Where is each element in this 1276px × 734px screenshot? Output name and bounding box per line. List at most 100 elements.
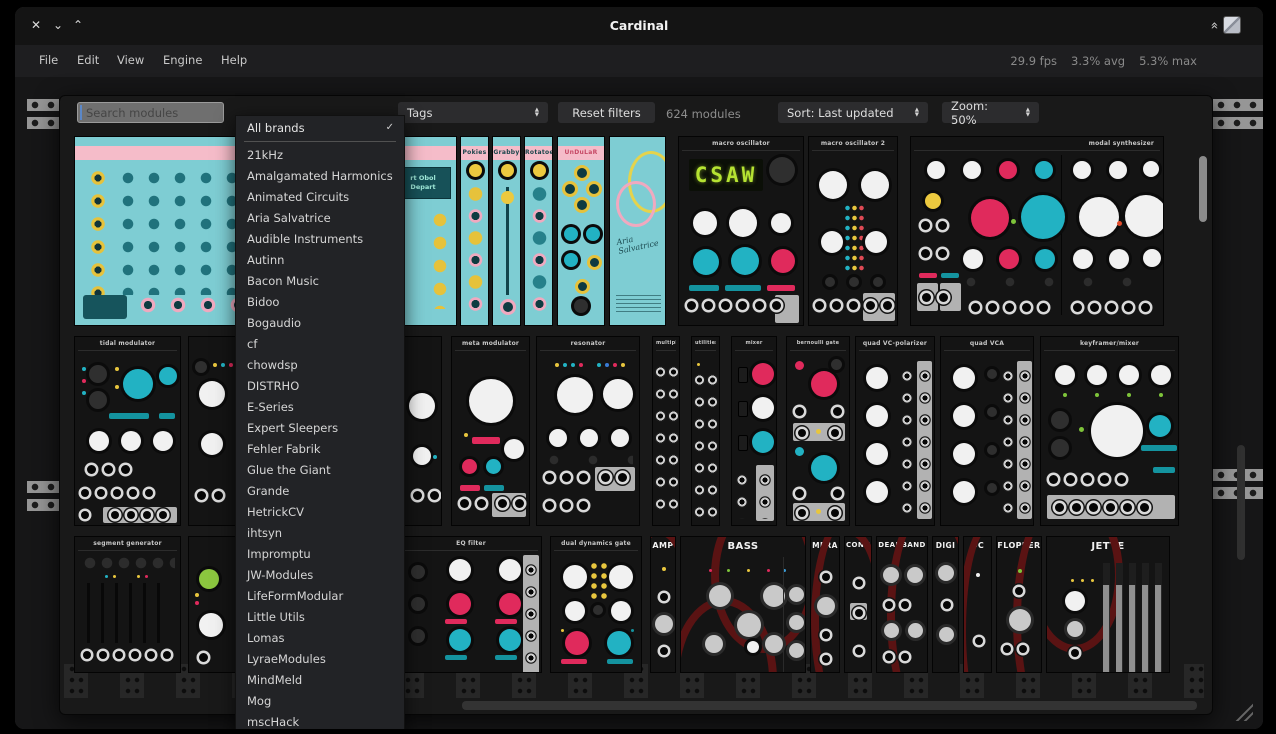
brand-menu-item[interactable]: LyraeModules — [236, 649, 404, 670]
search-input[interactable] — [77, 102, 224, 123]
knob — [159, 367, 177, 385]
module-card[interactable]: EQ filter — [400, 536, 542, 673]
brand-menu-item[interactable]: Bacon Music — [236, 271, 404, 292]
brand-menu-item[interactable]: Aria Salvatrice — [236, 208, 404, 229]
jack — [121, 465, 130, 474]
module-card[interactable]: bernoulli gate — [786, 336, 850, 526]
brand-menu-item[interactable]: Bidoo — [236, 292, 404, 313]
module-card[interactable]: Pokies — [460, 136, 489, 326]
brand-menu-item[interactable]: HetrickCV — [236, 502, 404, 523]
brand-menu-item[interactable]: E-Series — [236, 397, 404, 418]
knob — [1149, 415, 1171, 437]
browser-vertical-scrollbar[interactable] — [1199, 156, 1207, 222]
app-icon[interactable] — [1223, 16, 1241, 34]
module-card[interactable]: Rotatoes — [524, 136, 553, 326]
module-card[interactable]: tidal modulator — [74, 336, 181, 526]
module-card[interactable]: meta modulator — [451, 336, 530, 526]
jack — [1022, 303, 1031, 312]
module-card[interactable]: mixer — [731, 336, 777, 526]
brand-menu-item[interactable]: Amalgamated Harmonics — [236, 166, 404, 187]
module-card[interactable]: multiples — [652, 336, 680, 526]
led — [579, 363, 583, 367]
jack — [849, 301, 858, 310]
module-card[interactable]: modal synthesizer — [910, 136, 1164, 326]
brand-menu-item[interactable]: Audible Instruments — [236, 229, 404, 250]
brand-menu-item[interactable]: Lomas — [236, 628, 404, 649]
led — [613, 363, 617, 367]
jack — [1124, 303, 1133, 312]
rack-scrollbar[interactable] — [1237, 445, 1245, 560]
tags-select[interactable]: Tags — [398, 102, 548, 123]
knob — [411, 629, 425, 643]
jack-column — [758, 469, 772, 519]
jack — [99, 651, 107, 659]
module-card[interactable]: FLOPPER — [996, 536, 1042, 673]
module-card[interactable]: keyframer/mixer — [1040, 336, 1179, 526]
label-pill — [689, 285, 719, 291]
led — [1071, 579, 1074, 582]
brand-menu-item[interactable]: Mog — [236, 691, 404, 712]
module-card[interactable]: UnDuLaR — [557, 136, 605, 326]
module-card[interactable]: utilities — [691, 336, 720, 526]
menu-view[interactable]: View — [117, 53, 144, 67]
module-card[interactable]: macro oscillator 2 — [808, 136, 898, 326]
module-card[interactable]: dual dynamics gate — [550, 536, 642, 673]
brand-menu-item[interactable]: LifeFormModular — [236, 586, 404, 607]
brand-menu-item[interactable]: mscHack — [236, 712, 404, 730]
module-card[interactable]: CONV — [844, 536, 872, 673]
jack — [1073, 303, 1082, 312]
rack-rail — [27, 99, 59, 129]
label-pill — [941, 273, 959, 278]
module-card[interactable] — [188, 336, 236, 526]
brand-menu-item[interactable]: Fehler Fabrik — [236, 439, 404, 460]
module-card[interactable]: quad VCA — [940, 336, 1034, 526]
module-card[interactable]: Grabby — [492, 136, 521, 326]
menu-file[interactable]: File — [39, 53, 58, 67]
zoom-select[interactable]: Zoom: 50% — [942, 102, 1039, 123]
jack — [822, 631, 830, 639]
menu-edit[interactable]: Edit — [77, 53, 99, 67]
sort-select[interactable]: Sort: Last updated — [778, 102, 928, 123]
label-pill — [460, 485, 480, 491]
brand-menu-item[interactable]: cf — [236, 334, 404, 355]
brand-menu-item[interactable]: ihtsyn — [236, 523, 404, 544]
reset-filters-button[interactable]: Reset filters — [558, 102, 655, 123]
module-card[interactable] — [188, 536, 236, 673]
brand-menu-item[interactable]: Animated Circuits — [236, 187, 404, 208]
module-card[interactable]: BASS — [680, 536, 806, 673]
module-card[interactable]: quad VC-polarizer — [855, 336, 935, 526]
brand-menu-item[interactable]: JW-Modules — [236, 565, 404, 586]
led — [115, 367, 119, 371]
brand-menu-item[interactable]: Impromptu — [236, 544, 404, 565]
module-card[interactable]: macro oscillator CSAW — [678, 136, 804, 326]
brand-menu-item[interactable]: Expert Sleepers — [236, 418, 404, 439]
brand-menu-item[interactable]: MindMeld — [236, 670, 404, 691]
brand-menu-item[interactable]: DISTRHO — [236, 376, 404, 397]
module-card[interactable]: segment generator — [74, 536, 181, 673]
menu-engine[interactable]: Engine — [163, 53, 202, 67]
knob — [1035, 161, 1053, 179]
brand-menu-selected[interactable]: All brands ✓ — [236, 116, 404, 140]
resize-grip[interactable] — [1231, 699, 1253, 721]
module-card[interactable]: DC — [963, 536, 992, 673]
knob — [449, 629, 471, 651]
knob — [873, 277, 883, 287]
module-card[interactable]: Aria Salvatrice — [609, 136, 666, 326]
brand-menu-item[interactable]: Glue the Giant — [236, 460, 404, 481]
led — [82, 379, 86, 383]
module-card[interactable]: AMP — [650, 536, 676, 673]
module-card[interactable]: MERA — [810, 536, 840, 673]
module-card[interactable]: DEADBAND — [876, 536, 928, 673]
brand-menu-item[interactable]: 21kHz — [236, 145, 404, 166]
browser-horizontal-scrollbar[interactable] — [462, 701, 1197, 710]
menu-help[interactable]: Help — [221, 53, 247, 67]
brand-menu-item[interactable]: Grande — [236, 481, 404, 502]
module-card[interactable]: DIGI — [932, 536, 959, 673]
module-card[interactable]: JETTE — [1046, 536, 1170, 673]
brand-menu-item[interactable]: Autinn — [236, 250, 404, 271]
brand-menu-item[interactable]: Little Utils — [236, 607, 404, 628]
brand-menu-item[interactable]: chowdsp — [236, 355, 404, 376]
module-card[interactable]: resonator — [536, 336, 640, 526]
collapse-icon[interactable]: « — [1207, 22, 1222, 28]
brand-menu-item[interactable]: Bogaudio — [236, 313, 404, 334]
